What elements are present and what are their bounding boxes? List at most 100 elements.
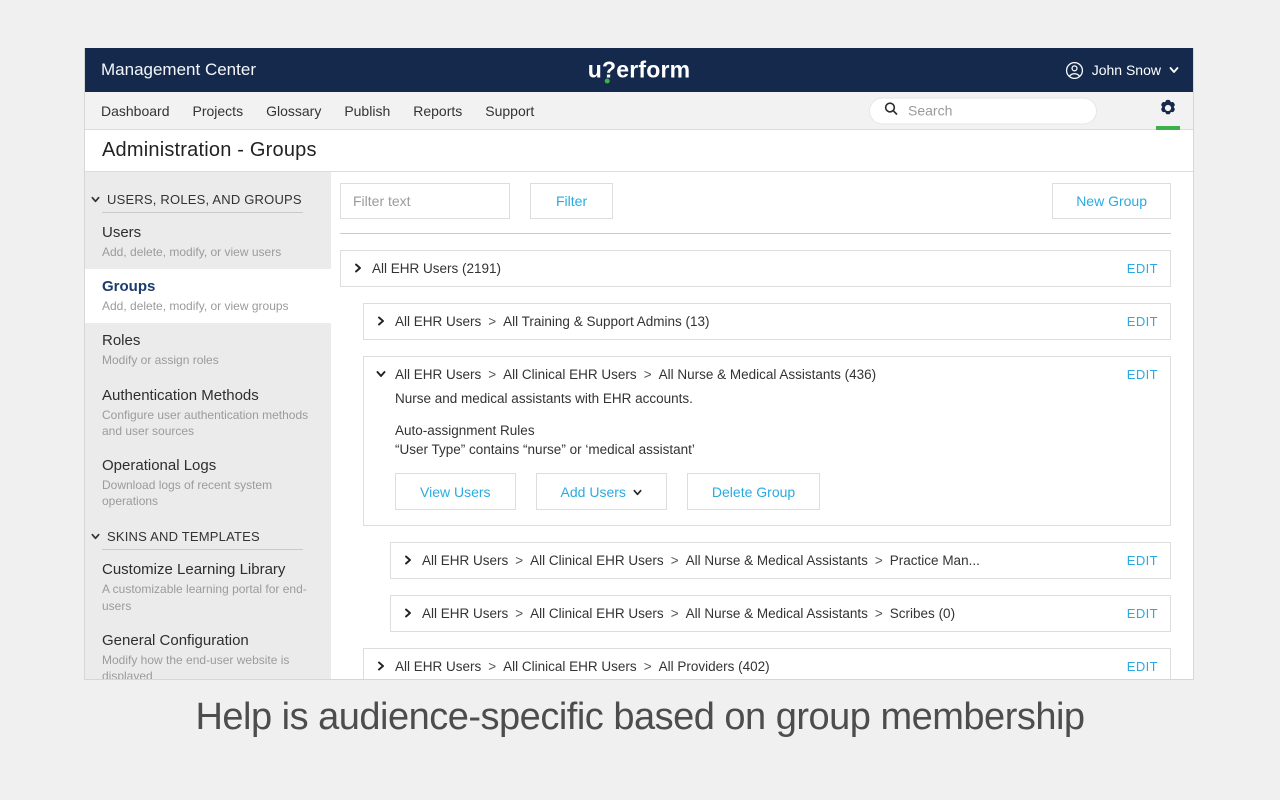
sidebar-item-label: Authentication Methods bbox=[102, 387, 311, 404]
nav-item-dashboard[interactable]: Dashboard bbox=[101, 103, 170, 119]
group-row-all-nurse-medical-assistants-436: All EHR Users>All Clinical EHR Users>All… bbox=[363, 356, 1171, 526]
sidebar-item-operational-logs[interactable]: Operational Logs Download logs of recent … bbox=[85, 448, 331, 518]
auto-assignment-rules-title: Auto-assignment Rules bbox=[395, 423, 1156, 438]
group-row-scribes-0: All EHR Users>All Clinical EHR Users>All… bbox=[390, 595, 1171, 632]
titlebar: Administration - Groups bbox=[85, 130, 1193, 172]
main-content: Filter New Group All EHR Users (2191) EDI… bbox=[331, 172, 1193, 679]
breadcrumb-item: Scribes (0) bbox=[890, 606, 955, 621]
sidebar-divider bbox=[102, 549, 303, 550]
settings-menu[interactable] bbox=[1155, 92, 1181, 129]
breadcrumb-separator: > bbox=[671, 553, 679, 568]
breadcrumb-item: All Nurse & Medical Assistants (436) bbox=[659, 367, 877, 382]
breadcrumb-separator: > bbox=[671, 606, 679, 621]
chevron-down-icon bbox=[633, 484, 642, 500]
group-expand-toggle[interactable]: All EHR Users>All Clinical EHR Users>All… bbox=[364, 649, 1170, 679]
sidebar-item-authentication-methods[interactable]: Authentication Methods Configure user aut… bbox=[85, 378, 331, 448]
nav-item-support[interactable]: Support bbox=[485, 103, 534, 119]
nav-item-publish[interactable]: Publish bbox=[344, 103, 390, 119]
breadcrumb-item: Practice Man... bbox=[890, 553, 980, 568]
edit-link[interactable]: EDIT bbox=[1115, 553, 1158, 568]
group-row-all-providers-402: All EHR Users>All Clinical EHR Users>All… bbox=[363, 648, 1171, 679]
sidebar-section-users-roles-and-groups[interactable]: USERS, ROLES, AND GROUPS bbox=[85, 181, 331, 212]
breadcrumb-separator: > bbox=[515, 553, 523, 568]
filter-button[interactable]: Filter bbox=[530, 183, 613, 219]
sidebar-item-general-configuration[interactable]: General Configuration Modify how the end-… bbox=[85, 623, 331, 679]
sidebar-item-description: Download logs of recent system operation… bbox=[102, 477, 311, 509]
group-breadcrumb: All EHR Users>All Clinical EHR Users>All… bbox=[422, 606, 955, 621]
group-list: All EHR Users (2191)EDIT All EHR Users>A… bbox=[340, 234, 1171, 679]
chevron-right-icon bbox=[403, 552, 422, 570]
add-users-button[interactable]: Add Users bbox=[536, 473, 667, 510]
user-menu[interactable]: John Snow bbox=[1065, 48, 1179, 92]
breadcrumb-item: All Training & Support Admins (13) bbox=[503, 314, 709, 329]
breadcrumb-item: All EHR Users (2191) bbox=[372, 261, 501, 276]
sidebar-item-description: Configure user authentication methods an… bbox=[102, 407, 311, 439]
group-expand-toggle[interactable]: All EHR Users (2191) EDIT bbox=[341, 251, 1170, 286]
nav-item-glossary[interactable]: Glossary bbox=[266, 103, 321, 119]
chevron-down-icon bbox=[376, 366, 395, 384]
sidebar-item-description: Add, delete, modify, or view groups bbox=[102, 298, 311, 314]
sidebar-item-label: Groups bbox=[102, 278, 311, 295]
delete-group-button[interactable]: Delete Group bbox=[687, 473, 820, 510]
sidebar-section-skins-and-templates[interactable]: SKINS AND TEMPLATES bbox=[85, 518, 331, 549]
group-breadcrumb: All EHR Users>All Clinical EHR Users>All… bbox=[395, 367, 876, 382]
group-collapse-toggle[interactable]: All EHR Users>All Clinical EHR Users>All… bbox=[364, 357, 1170, 392]
sidebar-item-description: Add, delete, modify, or view users bbox=[102, 244, 311, 260]
group-breadcrumb: All EHR Users (2191) bbox=[372, 261, 501, 276]
search-box[interactable] bbox=[869, 97, 1097, 124]
edit-link[interactable]: EDIT bbox=[1115, 367, 1158, 382]
edit-link[interactable]: EDIT bbox=[1115, 261, 1158, 276]
toolbar: Filter New Group bbox=[340, 183, 1171, 219]
group-description: Nurse and medical assistants with EHR ac… bbox=[395, 391, 1156, 406]
sidebar-section-label: USERS, ROLES, AND GROUPS bbox=[107, 192, 302, 207]
view-users-button[interactable]: View Users bbox=[395, 473, 516, 510]
sidebar-item-customize-learning-library[interactable]: Customize Learning LibraryA customizable… bbox=[85, 552, 331, 622]
logo-text-post: erform bbox=[616, 57, 690, 83]
group-breadcrumb: All EHR Users>All Clinical EHR Users>All… bbox=[395, 659, 770, 674]
user-name: John Snow bbox=[1092, 62, 1161, 78]
nav-items: Dashboard Projects Glossary Publish Reports S… bbox=[101, 103, 557, 119]
edit-link[interactable]: EDIT bbox=[1115, 659, 1158, 674]
chevron-right-icon bbox=[376, 313, 395, 331]
chevron-right-icon bbox=[353, 260, 372, 278]
breadcrumb-separator: > bbox=[515, 606, 523, 621]
app-window: Management Center u?erform John Snow Das… bbox=[84, 48, 1194, 680]
caption: Help is audience-specific based on group… bbox=[0, 696, 1280, 739]
logo-green-dot bbox=[605, 79, 610, 84]
breadcrumb-item: All Nurse & Medical Assistants bbox=[686, 606, 868, 621]
group-expand-toggle[interactable]: All EHR Users>All Training & Support Adm… bbox=[364, 304, 1170, 339]
edit-link[interactable]: EDIT bbox=[1115, 606, 1158, 621]
sidebar-item-roles[interactable]: RolesModify or assign roles bbox=[85, 323, 331, 377]
nav-item-reports[interactable]: Reports bbox=[413, 103, 462, 119]
page-title: Administration - Groups bbox=[102, 139, 317, 162]
sidebar-item-label: Operational Logs bbox=[102, 457, 311, 474]
sidebar-item-description: Modify how the end-user website is displ… bbox=[102, 652, 311, 679]
chevron-down-icon bbox=[1169, 65, 1179, 75]
breadcrumb-item: All Clinical EHR Users bbox=[503, 367, 637, 382]
sidebar-divider bbox=[102, 212, 303, 213]
group-expand-toggle[interactable]: All EHR Users>All Clinical EHR Users>All… bbox=[391, 543, 1170, 578]
sidebar-item-label: General Configuration bbox=[102, 632, 311, 649]
breadcrumb-item: All Nurse & Medical Assistants bbox=[686, 553, 868, 568]
filter-input[interactable] bbox=[340, 183, 510, 219]
chevron-down-icon bbox=[91, 192, 100, 207]
sidebar-item-users[interactable]: Users Add, delete, modify, or view users bbox=[85, 215, 331, 269]
sidebar-item-label: Users bbox=[102, 224, 311, 241]
breadcrumb-item: All Providers (402) bbox=[659, 659, 770, 674]
breadcrumb-item: All Clinical EHR Users bbox=[503, 659, 637, 674]
breadcrumb-separator: > bbox=[644, 367, 652, 382]
breadcrumb-separator: > bbox=[875, 606, 883, 621]
group-expand-toggle[interactable]: All EHR Users>All Clinical EHR Users>All… bbox=[391, 596, 1170, 631]
edit-link[interactable]: EDIT bbox=[1115, 314, 1158, 329]
gear-icon bbox=[1158, 98, 1178, 123]
new-group-button[interactable]: New Group bbox=[1052, 183, 1171, 219]
nav-item-projects[interactable]: Projects bbox=[193, 103, 244, 119]
search-input[interactable] bbox=[908, 103, 1086, 119]
breadcrumb-separator: > bbox=[875, 553, 883, 568]
breadcrumb-separator: > bbox=[644, 659, 652, 674]
uperform-logo: u?erform bbox=[588, 57, 691, 84]
sidebar-item-groups[interactable]: Groups Add, delete, modify, or view group… bbox=[85, 269, 331, 323]
settings-active-indicator bbox=[1156, 126, 1180, 130]
sidebar-item-label: Customize Learning Library bbox=[102, 561, 311, 578]
breadcrumb-item: All EHR Users bbox=[395, 367, 481, 382]
